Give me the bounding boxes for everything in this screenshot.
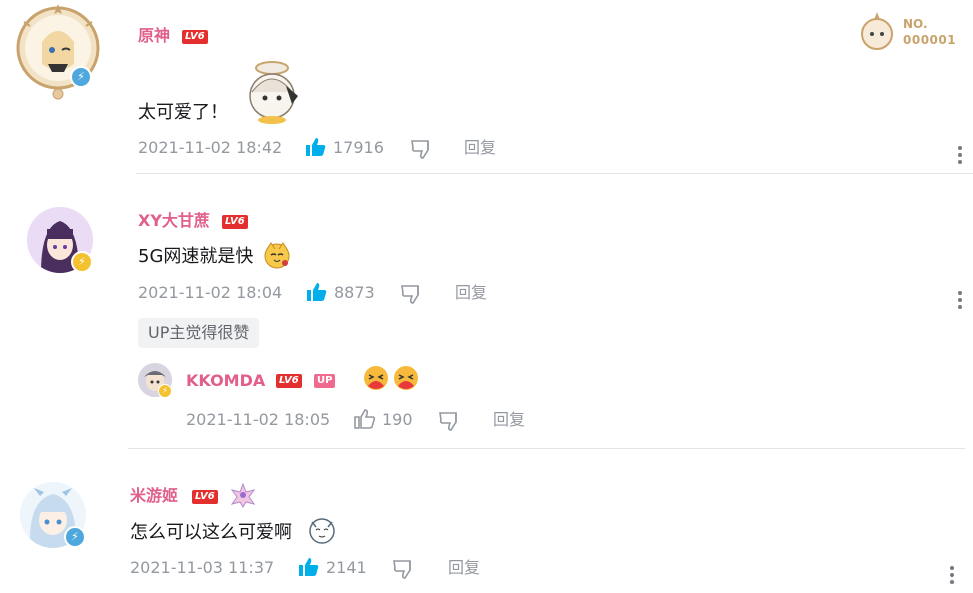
thumbs-down-icon[interactable] [438, 410, 460, 432]
decoration-badge-icon [230, 482, 256, 508]
fan-badge-character-icon [861, 12, 893, 50]
username[interactable]: KKOMDA [186, 371, 265, 391]
reply-button[interactable]: 回复 [455, 283, 487, 303]
comment-date: 2021-11-02 18:04 [138, 283, 283, 302]
thumbs-up-icon [354, 409, 376, 429]
user-avatar-frame[interactable]: ⚡ [12, 2, 104, 102]
reply-button[interactable]: 回复 [448, 558, 480, 578]
up-badge: UP [314, 374, 336, 388]
thumbs-up-icon [299, 558, 319, 576]
like-button[interactable]: 190 [354, 408, 424, 432]
fan-badge-number: 000001 [903, 33, 957, 47]
level-badge: LV6 [192, 490, 218, 504]
username[interactable]: 原神 [138, 26, 170, 46]
sticker-icon [394, 366, 418, 390]
sticker-icon [242, 56, 304, 126]
level-badge: LV6 [222, 215, 248, 229]
thumbs-down-icon[interactable] [392, 558, 414, 580]
more-vertical-icon[interactable] [958, 291, 962, 312]
thumbs-up-icon [307, 283, 327, 301]
sticker-icon [364, 366, 388, 390]
like-button[interactable]: 2141 [298, 556, 378, 580]
thumbs-down-icon[interactable] [410, 138, 432, 160]
like-button[interactable]: 17916 [305, 136, 385, 160]
more-vertical-icon[interactable] [950, 566, 954, 587]
more-vertical-icon[interactable] [958, 146, 962, 167]
like-count: 8873 [334, 283, 375, 302]
sticker-icon [309, 518, 335, 544]
avatar-frame-icon [16, 4, 100, 100]
like-button[interactable]: 8873 [306, 281, 386, 305]
divider [128, 448, 965, 449]
level-badge: LV6 [276, 374, 302, 388]
like-count: 190 [382, 410, 413, 429]
level-badge: LV6 [182, 30, 208, 44]
verified-bolt-icon: ⚡ [64, 526, 86, 548]
thumbs-up-icon [306, 138, 326, 156]
comment-date: 2021-11-02 18:05 [186, 410, 331, 429]
comment-text: 5G网速就是快 [138, 246, 254, 267]
username[interactable]: 米游姬 [130, 486, 178, 506]
divider [136, 173, 973, 174]
like-count: 2141 [326, 558, 367, 577]
fan-badge: NO. 000001 [855, 10, 960, 52]
thumbs-down-icon[interactable] [400, 283, 422, 305]
comment-text: 太可爱了！ [138, 102, 228, 123]
comment-text: 怎么可以这么可爱啊 [130, 522, 292, 543]
verified-bolt-icon: ⚡ [71, 251, 93, 273]
like-count: 17916 [333, 138, 384, 157]
sticker-icon [264, 242, 290, 269]
reply-button[interactable]: 回复 [464, 138, 496, 158]
comment-date: 2021-11-02 18:42 [138, 138, 283, 157]
up-liked-tag: UP主觉得很赞 [138, 318, 260, 348]
fan-badge-label: NO. [903, 17, 928, 31]
comment-date: 2021-11-03 11:37 [130, 558, 275, 577]
username[interactable]: XY大甘蔗 [138, 211, 210, 231]
verified-bolt-icon: ⚡ [70, 66, 92, 88]
verified-bolt-icon: ⚡ [158, 384, 172, 398]
reply-button[interactable]: 回复 [493, 410, 525, 430]
